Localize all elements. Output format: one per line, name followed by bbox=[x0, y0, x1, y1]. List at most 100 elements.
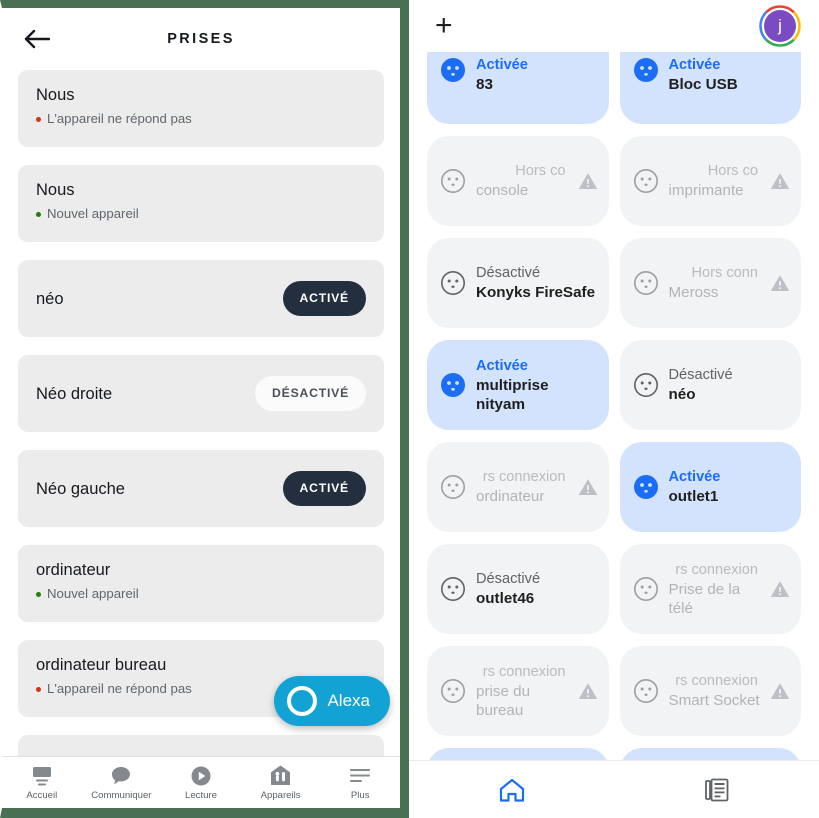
warning-icon bbox=[770, 275, 790, 291]
outlet-on-icon bbox=[441, 373, 465, 397]
toggle-button[interactable]: ACTIVÉ bbox=[282, 471, 366, 506]
tab-accueil[interactable]: Accueil bbox=[2, 765, 82, 801]
back-arrow-icon[interactable] bbox=[22, 24, 52, 54]
device-tile[interactable]: rs connexion Smart Socket bbox=[619, 646, 801, 736]
toggle-button[interactable]: ACTIVÉ bbox=[282, 281, 366, 316]
device-tile[interactable] bbox=[427, 748, 609, 760]
ghome-bottom-nav bbox=[409, 760, 819, 818]
outlet-on-icon bbox=[441, 58, 465, 82]
outlet-offline-icon bbox=[441, 169, 465, 193]
tile-texts: Désactivé Konyks FireSafe bbox=[476, 264, 599, 302]
outlet-off-icon bbox=[633, 373, 658, 397]
warning-icon bbox=[578, 173, 597, 189]
tile-texts: Hors co imprimante bbox=[669, 162, 761, 200]
device-tile[interactable]: Hors conn Meross bbox=[619, 238, 801, 328]
device-tile[interactable]: rs connexion prise du bureau bbox=[427, 646, 609, 736]
device-name: ordinateur bbox=[36, 561, 111, 579]
add-device-button[interactable]: + bbox=[435, 11, 453, 41]
outlet-on-icon bbox=[633, 475, 658, 499]
device-tile[interactable]: Hors co imprimante bbox=[619, 136, 801, 226]
tile-texts: Désactivé néo bbox=[669, 366, 792, 404]
device-tile[interactable]: rs connexion Prise de la télé bbox=[619, 544, 801, 634]
tab-communiquer[interactable]: Communiquer bbox=[82, 765, 162, 801]
tile-texts: Activée multiprise nityam bbox=[476, 357, 599, 414]
list-item[interactable]: Nous Nouvel appareil bbox=[18, 165, 384, 242]
tile-texts: rs connexion Prise de la télé bbox=[669, 561, 761, 618]
outlet-offline-icon bbox=[633, 169, 658, 193]
outlet-offline-icon bbox=[633, 577, 658, 601]
device-tile-grid[interactable]: Activée 83 Activée Bloc USB Hors co cons… bbox=[409, 46, 819, 760]
device-tile[interactable]: Désactivé néo bbox=[619, 340, 801, 430]
device-tile[interactable]: Désactivé Konyks FireSafe bbox=[427, 238, 609, 328]
tile-state: Activée bbox=[476, 57, 528, 73]
tile-texts: Activée Bloc USB bbox=[669, 56, 792, 94]
device-tile[interactable]: Activée multiprise nityam bbox=[427, 340, 609, 430]
tab-appareils[interactable]: Appareils bbox=[241, 765, 321, 801]
status-dot-error-icon bbox=[36, 116, 41, 122]
device-status: L'appareil ne répond pas bbox=[36, 681, 192, 697]
tile-texts: Hors conn Meross bbox=[669, 264, 761, 302]
tile-texts: Désactivé outlet46 bbox=[476, 570, 599, 608]
device-list[interactable]: Nous L'appareil ne répond pas Nous Nouve… bbox=[2, 70, 400, 756]
device-tile[interactable]: rs connexion ordinateur bbox=[427, 442, 609, 532]
device-tile[interactable]: Activée Bloc USB bbox=[619, 46, 801, 124]
alexa-voice-button[interactable]: Alexa bbox=[274, 676, 390, 726]
device-tile[interactable] bbox=[619, 748, 801, 760]
more-lines-icon bbox=[348, 765, 372, 787]
device-name: Néo droite bbox=[36, 384, 113, 403]
outlet-offline-icon bbox=[633, 271, 658, 295]
list-item[interactable] bbox=[18, 735, 384, 756]
alexa-tab-bar: Accueil Communiquer Lecture Appareils Pl… bbox=[2, 756, 400, 808]
tile-name: outlet46 bbox=[476, 590, 535, 607]
toggle-button[interactable]: DÉSACTIVÉ bbox=[255, 376, 366, 411]
outlet-offline-icon bbox=[441, 679, 465, 703]
device-status-label: L'appareil ne répond pas bbox=[47, 681, 192, 696]
device-tile[interactable]: Activée 83 bbox=[427, 46, 609, 124]
tile-state: Activée bbox=[668, 469, 721, 485]
tile-state: Activée bbox=[476, 357, 528, 374]
tab-label: Appareils bbox=[260, 789, 301, 801]
list-item[interactable]: ordinateur Nouvel appareil bbox=[18, 545, 384, 622]
outlet-offline-icon bbox=[633, 679, 658, 703]
list-item[interactable]: Néo droite DÉSACTIVÉ bbox=[18, 355, 384, 432]
tile-name: console bbox=[476, 182, 529, 199]
device-info: Nous L'appareil ne répond pas bbox=[36, 84, 192, 127]
tile-state: Hors conn bbox=[691, 265, 758, 281]
tile-name: Prise de la télé bbox=[668, 580, 741, 617]
device-status: Nouvel appareil bbox=[36, 206, 139, 222]
tile-state: rs connexion bbox=[482, 663, 566, 680]
outlet-offline-icon bbox=[441, 475, 465, 499]
warning-icon bbox=[578, 683, 597, 699]
tile-name: imprimante bbox=[668, 182, 744, 199]
device-status: Nouvel appareil bbox=[36, 586, 139, 602]
tab-plus[interactable]: Plus bbox=[320, 765, 400, 801]
device-tile[interactable]: Hors co console bbox=[427, 136, 609, 226]
devices-house-icon bbox=[269, 765, 292, 787]
alexa-ring-icon bbox=[287, 686, 318, 716]
ghome-tab-home[interactable] bbox=[409, 777, 614, 803]
device-tile[interactable]: Désactivé outlet46 bbox=[427, 544, 609, 634]
home-icon bbox=[499, 778, 524, 802]
warning-icon bbox=[770, 581, 790, 597]
ghome-header: + j bbox=[409, 0, 819, 52]
ghome-tab-feed[interactable] bbox=[614, 777, 819, 803]
warning-icon bbox=[578, 479, 597, 495]
tile-state: Désactivé bbox=[476, 265, 541, 281]
status-dot-ok-icon bbox=[36, 591, 41, 597]
tab-label: Lecture bbox=[184, 789, 217, 801]
device-tile[interactable]: Activée outlet1 bbox=[619, 442, 801, 532]
tile-state: Désactivé bbox=[476, 571, 541, 587]
device-name: ordinateur bureau bbox=[36, 656, 167, 674]
tile-name: 83 bbox=[476, 76, 493, 93]
play-circle-icon bbox=[190, 765, 212, 787]
list-item[interactable]: Néo gauche ACTIVÉ bbox=[18, 450, 384, 527]
list-item[interactable]: néo ACTIVÉ bbox=[18, 260, 384, 337]
avatar[interactable]: j bbox=[759, 5, 801, 47]
tile-state: Activée bbox=[668, 57, 721, 73]
tile-texts: Hors co console bbox=[476, 162, 568, 200]
list-item[interactable]: Nous L'appareil ne répond pas bbox=[18, 70, 384, 147]
tile-name: Bloc USB bbox=[668, 76, 738, 93]
tab-lecture[interactable]: Lecture bbox=[161, 765, 241, 801]
tile-name: Smart Socket bbox=[668, 692, 760, 709]
screenshot-root: PRISES Nous L'appareil ne répond pas Nou… bbox=[0, 0, 819, 818]
